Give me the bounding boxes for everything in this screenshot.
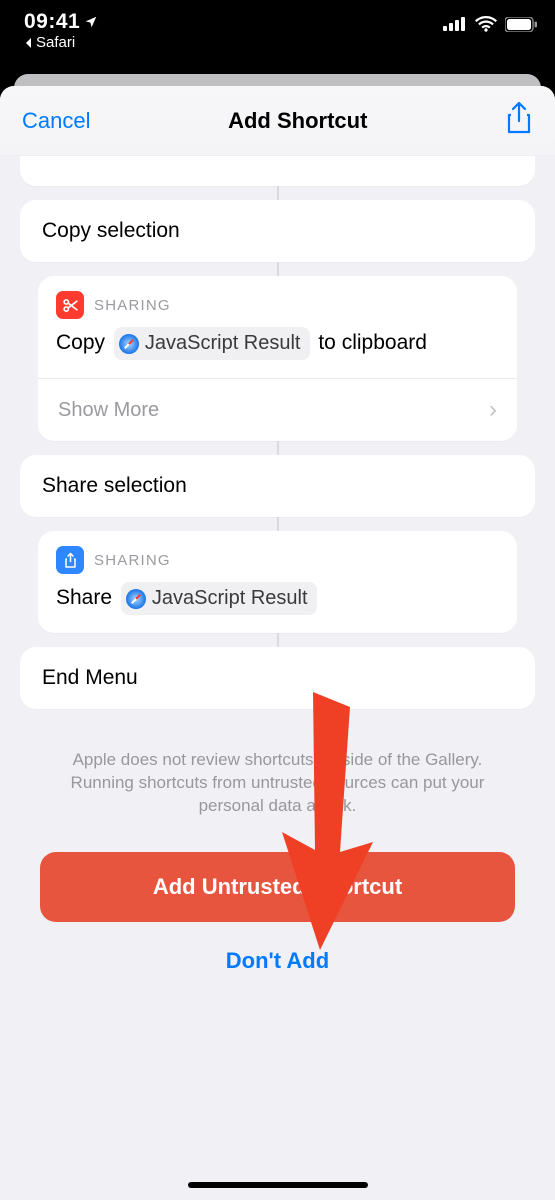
cancel-button[interactable]: Cancel xyxy=(22,108,90,134)
end-menu-card[interactable]: End Menu xyxy=(20,647,535,709)
copy-word: Copy xyxy=(56,331,105,354)
share-word: Share xyxy=(56,586,112,609)
share-selection-label: Share selection xyxy=(20,455,535,517)
untrusted-warning-text: Apple does not review shortcuts outside … xyxy=(40,739,515,852)
flow-connector xyxy=(277,517,279,531)
footer-zone: Apple does not review shortcuts outside … xyxy=(20,709,535,984)
status-bar: 09:41 Safari xyxy=(0,0,555,62)
add-shortcut-sheet: Cancel Add Shortcut Copy selection SHARI… xyxy=(0,86,555,1200)
sheet-title: Add Shortcut xyxy=(228,108,367,134)
copy-action-body: Copy JavaScript Result to clipboard xyxy=(38,321,517,378)
share-button[interactable] xyxy=(505,101,533,140)
add-untrusted-shortcut-button[interactable]: Add Untrusted Shortcut xyxy=(40,852,515,922)
shortcut-actions-list: Copy selection SHARING Copy JavaScript R… xyxy=(0,156,555,1200)
variable-pill[interactable]: JavaScript Result xyxy=(121,582,317,615)
copy-selection-card[interactable]: Copy selection xyxy=(20,200,535,262)
location-icon xyxy=(84,15,98,29)
flow-connector xyxy=(277,633,279,647)
sharing-category-label: SHARING xyxy=(94,297,171,314)
battery-icon xyxy=(505,17,537,32)
safari-icon xyxy=(126,589,146,609)
status-time-text: 09:41 xyxy=(24,10,80,34)
status-time: 09:41 xyxy=(24,10,98,34)
show-more-row[interactable]: Show More › xyxy=(38,378,517,441)
status-right xyxy=(443,10,537,32)
show-more-label: Show More xyxy=(58,399,159,422)
back-app-label: Safari xyxy=(36,34,75,51)
share-app-icon xyxy=(56,546,84,574)
copy-action-card[interactable]: SHARING Copy JavaScript Result to clipbo… xyxy=(38,276,517,441)
copy-word-to: to xyxy=(318,331,336,354)
flow-connector xyxy=(277,262,279,276)
home-indicator[interactable] xyxy=(188,1182,368,1188)
chevron-right-icon: › xyxy=(489,396,497,424)
flow-connector xyxy=(277,186,279,200)
dont-add-button[interactable]: Don't Add xyxy=(40,922,515,984)
end-menu-label: End Menu xyxy=(20,647,535,709)
cellular-icon xyxy=(443,17,467,31)
back-chevron-icon xyxy=(24,37,34,49)
copy-selection-label: Copy selection xyxy=(20,200,535,262)
back-to-app[interactable]: Safari xyxy=(24,34,98,51)
sharing-category-label: SHARING xyxy=(94,552,171,569)
sheet-header: Cancel Add Shortcut xyxy=(0,86,555,156)
flow-connector xyxy=(277,441,279,455)
variable-label: JavaScript Result xyxy=(152,584,308,613)
share-icon xyxy=(505,101,533,135)
copy-word-clipboard: clipboard xyxy=(342,331,427,354)
variable-pill[interactable]: JavaScript Result xyxy=(114,327,310,360)
wifi-icon xyxy=(475,16,497,32)
share-selection-card[interactable]: Share selection xyxy=(20,455,535,517)
variable-label: JavaScript Result xyxy=(145,329,301,358)
share-action-card[interactable]: SHARING Share JavaScript Result xyxy=(38,531,517,633)
previous-card-edge xyxy=(20,156,535,186)
scissors-icon xyxy=(56,291,84,319)
share-action-body: Share JavaScript Result xyxy=(38,576,517,633)
safari-icon xyxy=(119,334,139,354)
